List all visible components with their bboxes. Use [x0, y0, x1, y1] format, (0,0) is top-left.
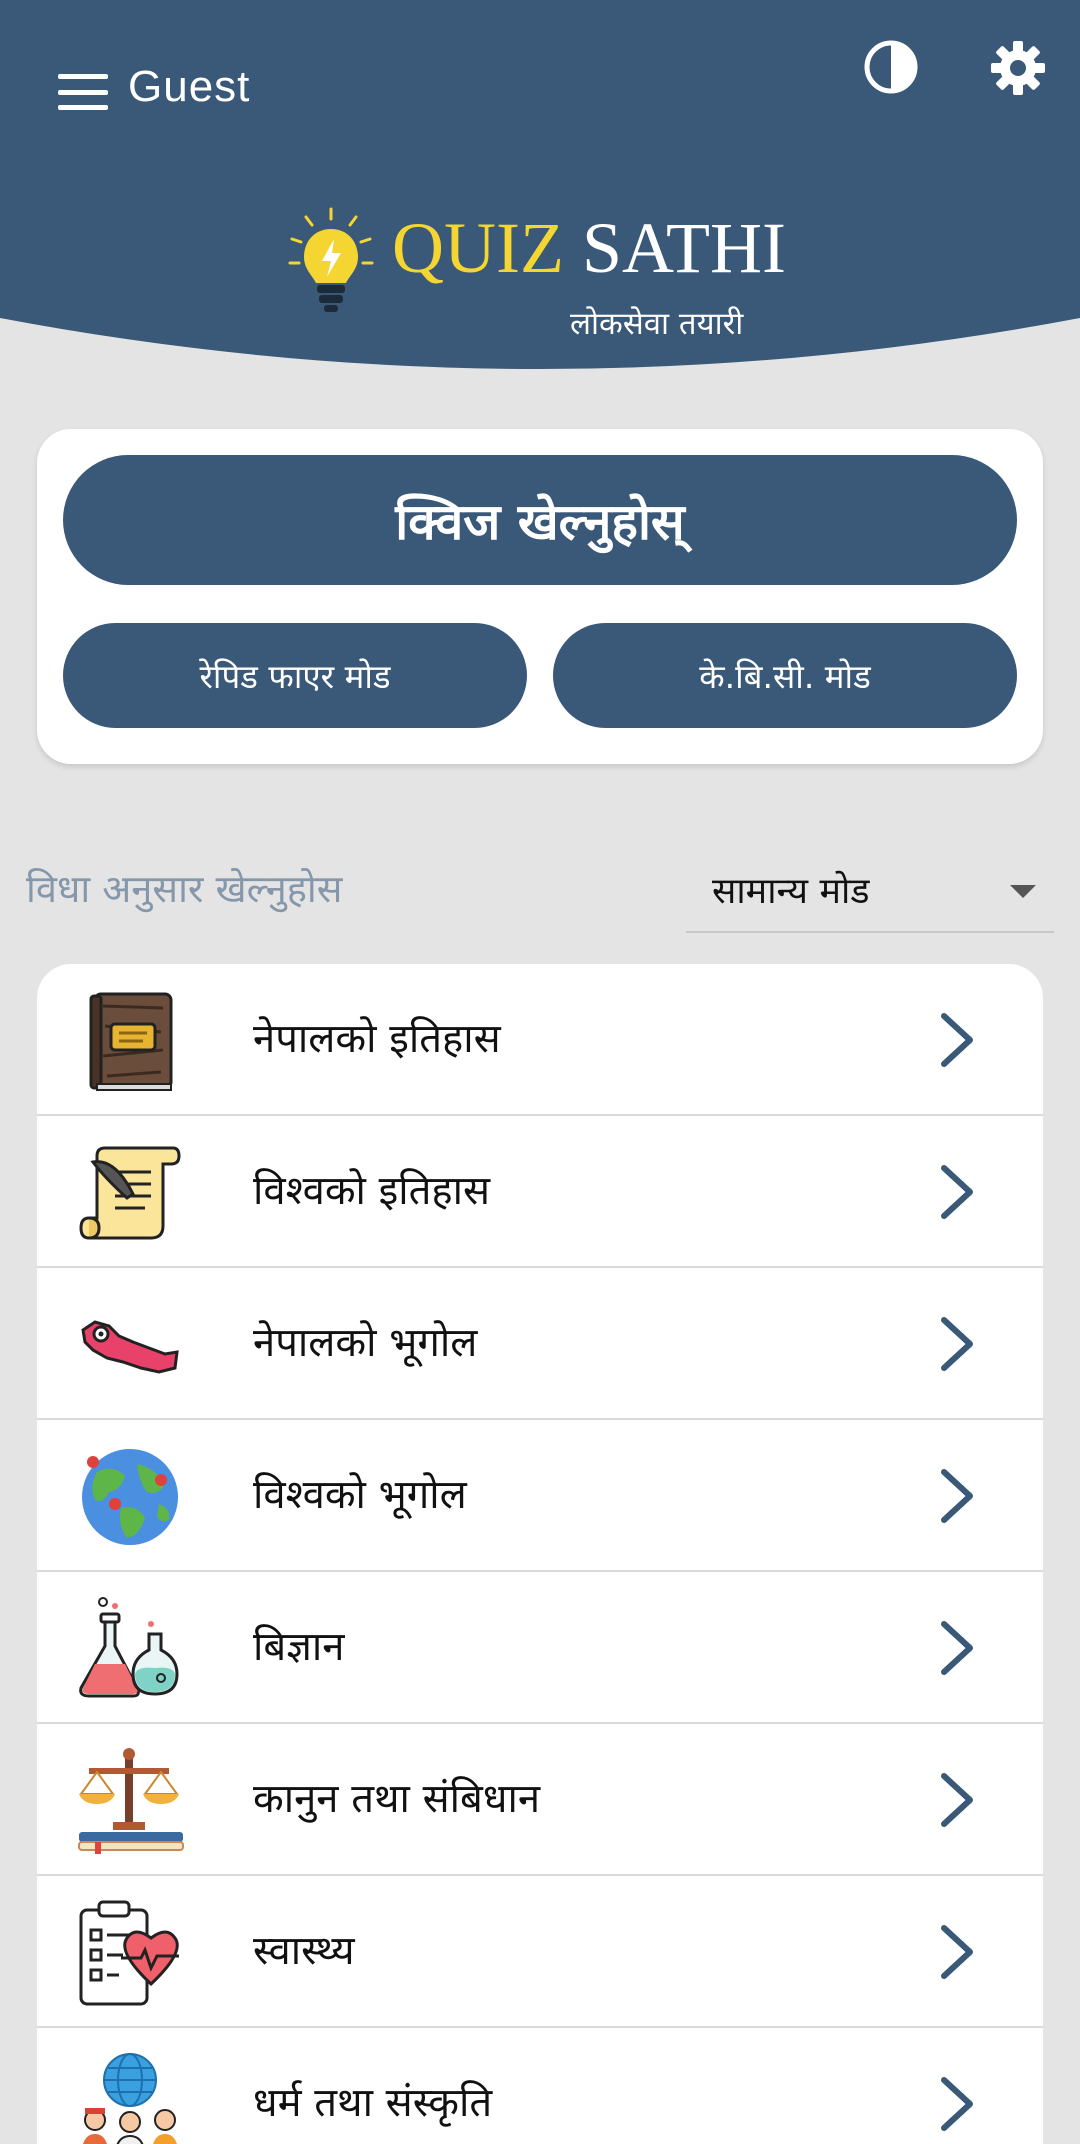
- subject-section-label: विधा अनुसार खेल्नुहोस: [26, 867, 343, 911]
- contrast-icon[interactable]: [862, 38, 920, 96]
- rapid-fire-mode-button[interactable]: रेपिड फाएर मोड: [63, 623, 527, 728]
- chevron-down-icon: [1010, 885, 1036, 898]
- subject-label: नेपालको इतिहास: [253, 1016, 501, 1062]
- brand-sathi: SATHI: [581, 208, 786, 288]
- chevron-right-icon: [941, 1317, 973, 1371]
- chevron-right-icon: [941, 1925, 973, 1979]
- lightbulb-icon: [288, 207, 374, 312]
- subject-item-nepal-geography[interactable]: नेपालको भूगोल: [37, 1268, 1043, 1420]
- subject-label: बिज्ञान: [253, 1624, 345, 1670]
- old-book-icon: [89, 992, 173, 1091]
- subject-list: नेपालको इतिहास विश्वको इतिहास नेपालको भू…: [37, 964, 1043, 2144]
- kbc-mode-button[interactable]: के.बि.सी. मोड: [553, 623, 1017, 728]
- subject-label: विश्वको भूगोल: [253, 1472, 467, 1518]
- user-name: Guest: [128, 62, 251, 111]
- subject-label: स्वास्थ्य: [253, 1928, 355, 1974]
- play-quiz-button[interactable]: क्विज खेल्नुहोस्: [63, 455, 1017, 585]
- chevron-right-icon: [941, 2077, 973, 2131]
- health-clipboard-icon: [79, 1900, 179, 2006]
- subject-label: नेपालको भूगोल: [253, 1320, 478, 1366]
- subject-label: कानुन तथा संबिधान: [253, 1776, 541, 1822]
- app-brand: QUIZ SATHI: [392, 212, 786, 284]
- brand-tagline: लोकसेवा तयारी: [570, 306, 744, 342]
- subject-label: विश्वको इतिहास: [253, 1168, 491, 1214]
- justice-scale-icon: [78, 1748, 184, 1854]
- subject-item-health[interactable]: स्वास्थ्य: [37, 1876, 1043, 2028]
- globe-icon: [82, 1449, 178, 1545]
- subject-label: धर्म तथा संस्कृति: [253, 2080, 493, 2126]
- hamburger-menu-icon[interactable]: [58, 74, 108, 110]
- chevron-right-icon: [941, 1165, 973, 1219]
- chevron-right-icon: [941, 1469, 973, 1523]
- play-card: क्विज खेल्नुहोस् रेपिड फाएर मोड के.बि.सी…: [37, 429, 1043, 764]
- chevron-right-icon: [941, 1773, 973, 1827]
- scroll-quill-icon: [79, 1146, 181, 1240]
- subject-item-science[interactable]: बिज्ञान: [37, 1572, 1043, 1724]
- subject-item-world-history[interactable]: विश्वको इतिहास: [37, 1116, 1043, 1268]
- subject-item-nepal-history[interactable]: नेपालको इतिहास: [37, 964, 1043, 1116]
- mode-dropdown[interactable]: सामान्य मोड: [686, 855, 1054, 933]
- nepal-map-icon: [81, 1320, 179, 1374]
- chevron-right-icon: [941, 1621, 973, 1675]
- subject-item-world-geography[interactable]: विश्वको भूगोल: [37, 1420, 1043, 1572]
- subject-item-law-constitution[interactable]: कानुन तथा संबिधान: [37, 1724, 1043, 1876]
- app-header: Guest QUIZ SATHI लोकसेवा तयारी: [0, 0, 1080, 380]
- chevron-right-icon: [941, 1013, 973, 1067]
- gear-icon[interactable]: [988, 38, 1048, 98]
- mode-dropdown-value: सामान्य मोड: [712, 871, 870, 912]
- flasks-icon: [79, 1597, 179, 1698]
- subject-item-religion-culture[interactable]: धर्म तथा संस्कृति: [37, 2028, 1043, 2144]
- brand-quiz: QUIZ: [392, 208, 564, 288]
- people-globe-icon: [83, 2053, 177, 2144]
